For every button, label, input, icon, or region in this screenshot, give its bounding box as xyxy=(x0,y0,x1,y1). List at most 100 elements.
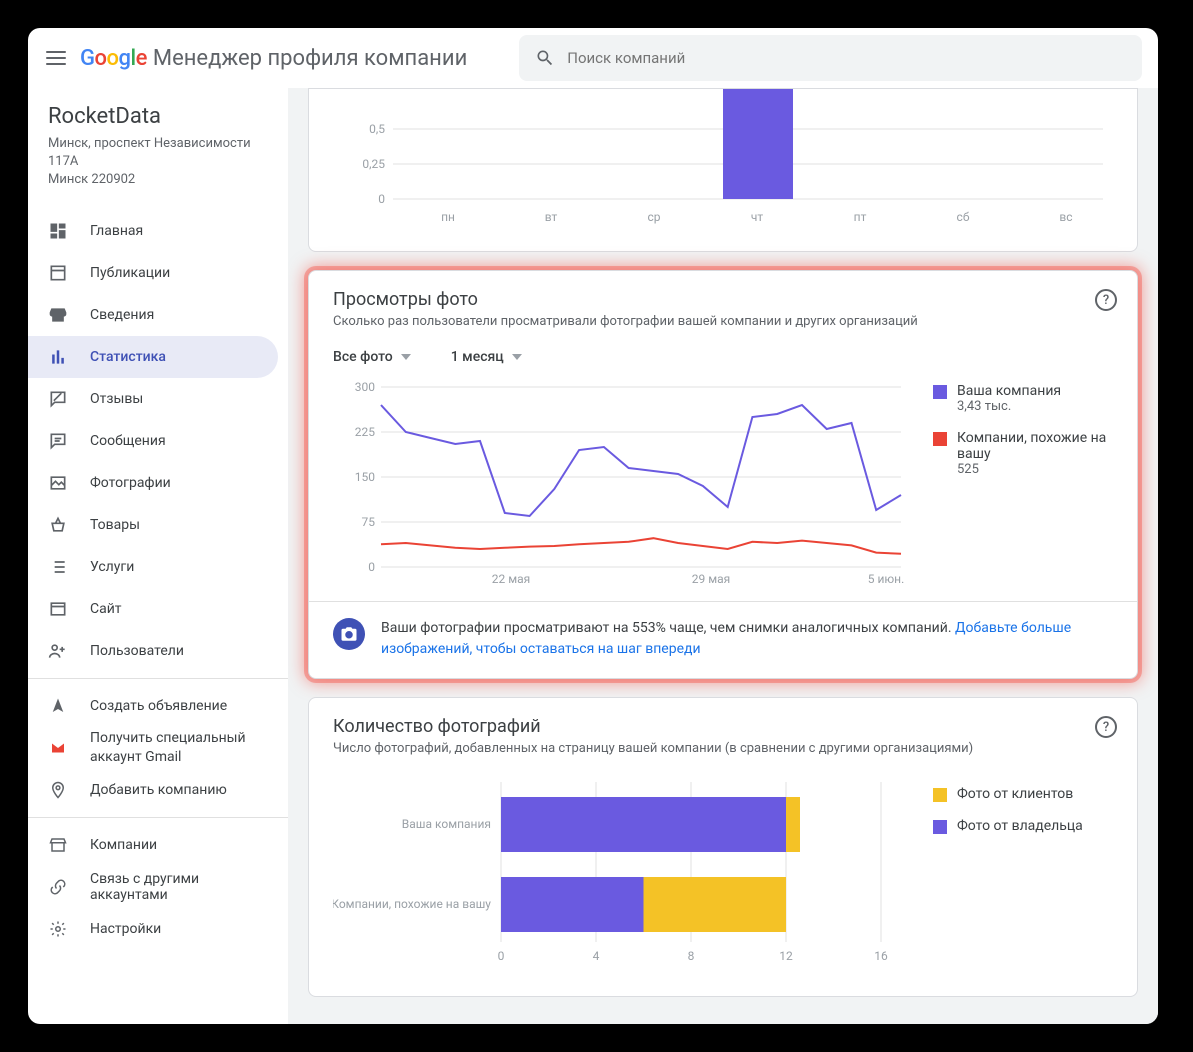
ads-icon xyxy=(48,696,68,716)
svg-text:пн: пн xyxy=(441,210,455,224)
nav-home[interactable]: Главная xyxy=(28,210,288,252)
link-icon xyxy=(48,877,68,897)
weekday-chart-card: 0 0,25 0,5 пн вт ср чт пт сб вс xyxy=(308,88,1138,252)
legend-label: Фото от клиентов xyxy=(957,786,1073,802)
nav-add-business[interactable]: Добавить компанию xyxy=(28,769,288,811)
nav-label: Фотографии xyxy=(90,475,171,491)
nav-label: Создать объявление xyxy=(90,698,227,714)
nav-label: Настройки xyxy=(90,921,161,937)
svg-text:300: 300 xyxy=(355,380,375,394)
nav-reviews[interactable]: Отзывы xyxy=(28,378,288,420)
basket-icon xyxy=(48,515,68,535)
logo[interactable]: Google Менеджер профиля компании xyxy=(80,46,467,71)
nav-gmail[interactable]: Получить специальный аккаунт Gmail xyxy=(28,727,288,769)
nav-label: Товары xyxy=(90,517,140,533)
svg-text:0,25: 0,25 xyxy=(362,157,385,171)
svg-text:75: 75 xyxy=(362,515,376,529)
storefront-icon xyxy=(48,835,68,855)
svg-text:22 мая: 22 мая xyxy=(492,572,530,586)
svg-text:сб: сб xyxy=(957,210,970,224)
nav-label: Пользователи xyxy=(90,643,184,659)
legend-item-customer: Фото от клиентов xyxy=(933,786,1113,802)
nav-info[interactable]: Сведения xyxy=(28,294,288,336)
legend: Фото от клиентов Фото от владельца xyxy=(933,782,1113,972)
svg-text:ср: ср xyxy=(647,210,660,224)
messages-icon xyxy=(48,431,68,451)
org-name: RocketData xyxy=(48,104,268,129)
nav-messages[interactable]: Сообщения xyxy=(28,420,288,462)
search-box[interactable] xyxy=(519,35,1142,81)
dashboard-icon xyxy=(48,221,68,241)
nav-services[interactable]: Услуги xyxy=(28,546,288,588)
nav-label: Услуги xyxy=(90,559,134,575)
legend-label: Фото от владельца xyxy=(957,818,1083,834)
legend-item-you: Ваша компания 3,43 тыс. xyxy=(933,383,1113,414)
hamburger-menu-icon[interactable] xyxy=(44,46,68,70)
legend-value: 3,43 тыс. xyxy=(957,399,1061,414)
card-subtitle: Число фотографий, добавленных на страниц… xyxy=(333,741,1113,756)
chevron-down-icon xyxy=(512,354,522,360)
product-name: Менеджер профиля компании xyxy=(153,46,467,71)
nav-linked[interactable]: Связь с другими аккаунтами xyxy=(28,866,288,908)
nav-posts[interactable]: Публикации xyxy=(28,252,288,294)
search-input[interactable] xyxy=(567,49,1126,67)
legend-item-other: Компании, похожие на вашу 525 xyxy=(933,430,1113,477)
nav-businesses[interactable]: Компании xyxy=(28,824,288,866)
photo-views-chart: 0 75 150 225 300 22 мая 29 мая 5 июн. xyxy=(333,377,909,587)
filter-photo-type[interactable]: Все фото xyxy=(333,349,411,365)
nav-website[interactable]: Сайт xyxy=(28,588,288,630)
nav-products[interactable]: Товары xyxy=(28,504,288,546)
svg-text:150: 150 xyxy=(355,470,375,484)
svg-text:Компании, похожие на вашу: Компании, похожие на вашу xyxy=(333,897,491,911)
weekday-chart: 0 0,25 0,5 пн вт ср чт пт сб вс xyxy=(333,89,1113,239)
pin-icon xyxy=(48,780,68,800)
legend-swatch xyxy=(933,385,947,399)
legend-item-owner: Фото от владельца xyxy=(933,818,1113,834)
org-address-2: Минск 220902 xyxy=(48,171,268,189)
nav-divider xyxy=(28,678,288,679)
nav-settings[interactable]: Настройки xyxy=(28,908,288,950)
svg-text:пт: пт xyxy=(854,210,867,224)
gmail-icon xyxy=(48,738,68,758)
chevron-down-icon xyxy=(401,354,411,360)
photo-count-card: Количество фотографий Число фотографий, … xyxy=(308,697,1138,997)
stats-icon xyxy=(48,347,68,367)
svg-text:4: 4 xyxy=(593,949,600,963)
filter-label: Все фото xyxy=(333,349,393,365)
nav-create-ad[interactable]: Создать объявление xyxy=(28,685,288,727)
list-icon xyxy=(48,557,68,577)
nav-label: Сайт xyxy=(90,601,122,617)
help-icon[interactable]: ? xyxy=(1095,716,1117,738)
legend-label: Компании, похожие на вашу xyxy=(957,430,1113,462)
posts-icon xyxy=(48,263,68,283)
help-icon[interactable]: ? xyxy=(1095,289,1117,311)
nav-users[interactable]: Пользователи xyxy=(28,630,288,672)
site-icon xyxy=(48,599,68,619)
photo-views-card: Просмотры фото Сколько раз пользователи … xyxy=(308,270,1138,679)
legend-value: 525 xyxy=(957,462,1113,477)
legend-swatch xyxy=(933,820,947,834)
svg-text:0,5: 0,5 xyxy=(369,122,385,136)
svg-text:225: 225 xyxy=(355,425,375,439)
nav-label: Сведения xyxy=(90,307,154,323)
nav-label: Статистика xyxy=(90,349,166,365)
nav-label: Добавить компанию xyxy=(90,782,227,798)
svg-text:вс: вс xyxy=(1059,210,1072,224)
svg-text:8: 8 xyxy=(688,949,695,963)
content: 0 0,25 0,5 пн вт ср чт пт сб вс xyxy=(288,88,1158,1024)
legend-swatch xyxy=(933,432,947,446)
svg-text:12: 12 xyxy=(779,949,793,963)
gear-icon xyxy=(48,919,68,939)
nav-insights[interactable]: Статистика xyxy=(28,336,278,378)
review-icon xyxy=(48,389,68,409)
filter-period[interactable]: 1 месяц xyxy=(451,349,522,365)
nav-label: Компании xyxy=(90,837,157,853)
svg-text:чт: чт xyxy=(751,210,764,224)
google-logo: Google xyxy=(80,46,147,71)
nav-photos[interactable]: Фотографии xyxy=(28,462,288,504)
svg-text:0: 0 xyxy=(498,949,505,963)
svg-text:16: 16 xyxy=(874,949,888,963)
card-subtitle: Сколько раз пользователи просматривали ф… xyxy=(333,314,1113,329)
sidebar: RocketData Минск, проспект Независимости… xyxy=(28,88,288,1024)
info-strip: Ваши фотографии просматривают на 553% ча… xyxy=(309,601,1137,678)
